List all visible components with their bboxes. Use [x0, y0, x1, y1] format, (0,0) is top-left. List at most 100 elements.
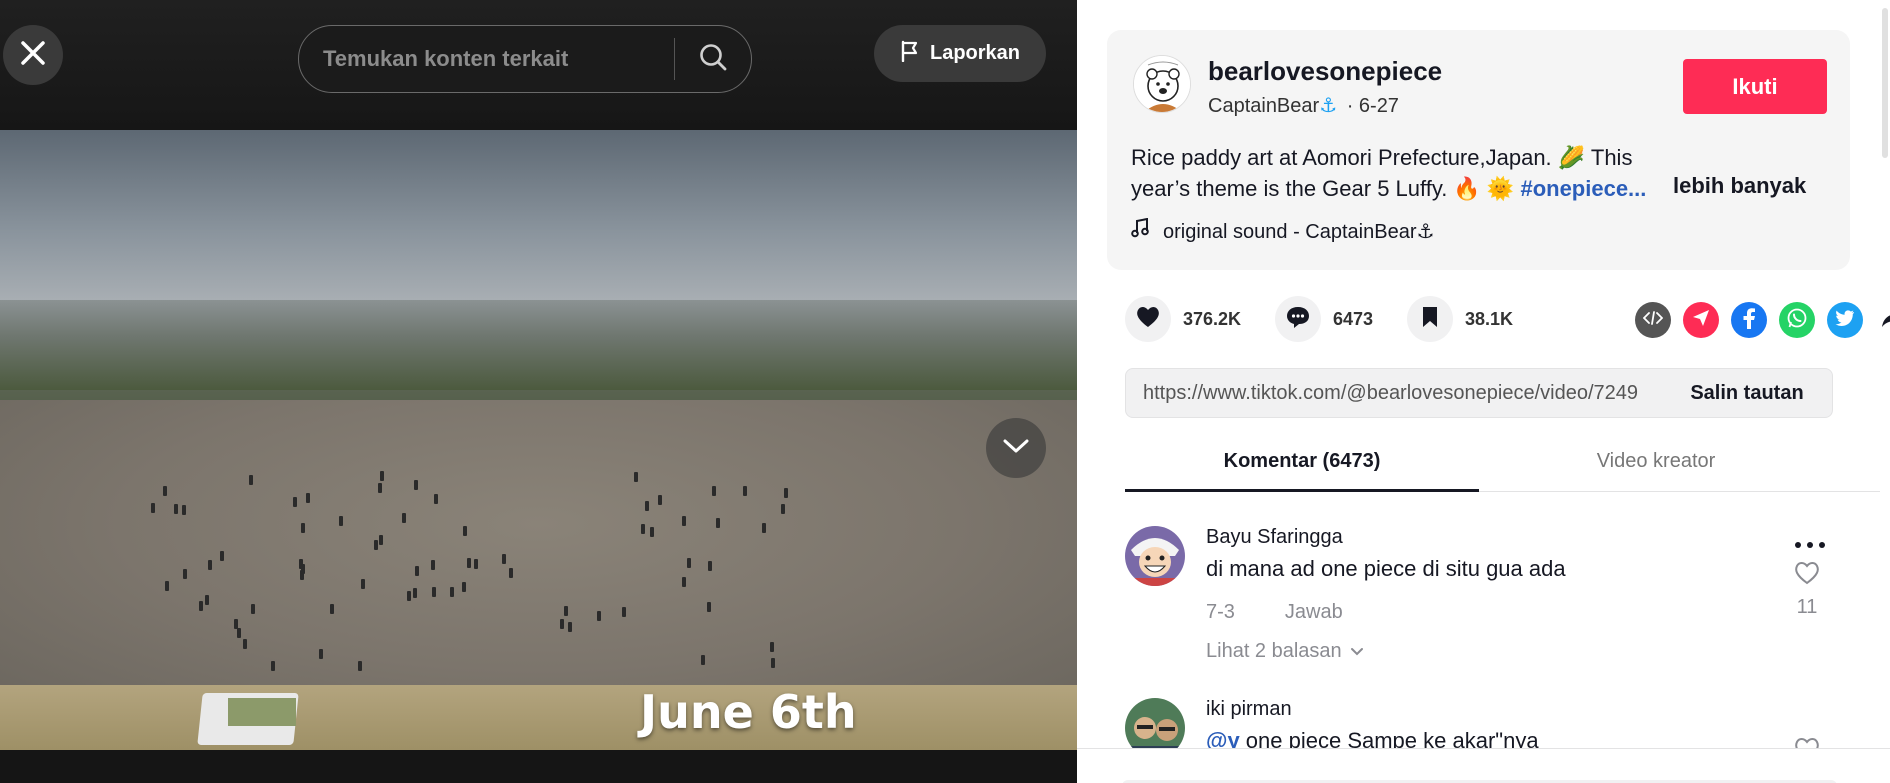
video-person-figure — [207, 560, 212, 571]
scrollbar-thumb[interactable] — [1882, 8, 1888, 158]
hashtag-link[interactable]: #onepiece... — [1520, 176, 1646, 201]
more-share-button[interactable] — [1875, 302, 1890, 338]
comment-input-area — [1077, 748, 1890, 783]
action-bar: 376.2K 6473 38.1K — [1125, 296, 1890, 342]
video-person-figure — [413, 479, 418, 490]
video-town — [0, 300, 1077, 390]
video-person-figure — [248, 474, 253, 485]
video-person-figure — [301, 564, 306, 575]
twitter-icon — [1835, 309, 1855, 332]
scrollbar[interactable] — [1880, 0, 1890, 783]
video-person-figure — [644, 500, 649, 511]
commenter-name[interactable]: iki pirman — [1206, 698, 1292, 721]
video-person-figure — [357, 661, 362, 672]
commenter-name[interactable]: Bayu Sfaringga — [1206, 526, 1343, 549]
search-button[interactable] — [675, 25, 751, 93]
video-person-figure — [640, 524, 645, 535]
reply-button[interactable]: Jawab — [1285, 601, 1343, 624]
whatsapp-share-button[interactable] — [1779, 302, 1815, 338]
video-person-figure — [657, 495, 662, 506]
video-bottombar — [0, 750, 1077, 783]
video-person-figure — [780, 504, 785, 515]
video-person-figure — [431, 560, 436, 571]
facebook-share-button[interactable] — [1731, 302, 1767, 338]
flag-icon — [900, 40, 920, 68]
see-more-link[interactable]: lebih banyak — [1673, 173, 1806, 199]
video-person-figure — [502, 553, 507, 564]
comment-icon — [1285, 305, 1311, 334]
video-person-figure — [461, 582, 466, 593]
video-person-figure — [686, 557, 691, 568]
like-action[interactable]: 376.2K — [1125, 296, 1241, 342]
video-person-figure — [650, 526, 654, 537]
comment-date: 7-3 — [1206, 601, 1235, 623]
follow-button[interactable]: Ikuti — [1683, 59, 1827, 114]
video-person-figure — [567, 621, 572, 632]
comment-like-button[interactable] — [1790, 560, 1824, 591]
video-person-figure — [769, 641, 774, 652]
video-person-figure — [407, 590, 412, 601]
video-person-figure — [462, 525, 467, 536]
video-person-figure — [783, 487, 788, 498]
video-person-figure — [715, 517, 720, 528]
comment-more-button[interactable] — [1793, 530, 1827, 556]
video-person-figure — [432, 587, 437, 598]
search-icon — [698, 42, 728, 77]
video-person-figure — [378, 534, 383, 545]
video-person-figure — [237, 628, 242, 639]
video-person-figure — [374, 540, 379, 551]
share-arrow-icon — [1881, 308, 1890, 333]
author-username[interactable]: bearlovesonepiece — [1208, 56, 1442, 87]
like-button[interactable] — [1125, 296, 1171, 342]
video-person-figure — [380, 471, 385, 482]
video-player[interactable]: June 6th — [0, 130, 1077, 750]
twitter-share-button[interactable] — [1827, 302, 1863, 338]
video-person-figure — [700, 655, 705, 666]
video-person-figure — [712, 485, 717, 496]
music-link[interactable]: original sound - CaptainBear⚓ — [1131, 217, 1434, 244]
video-person-figure — [634, 471, 639, 482]
comment-action[interactable]: 6473 — [1275, 296, 1373, 342]
video-person-figure — [219, 550, 224, 561]
heart-icon — [1135, 305, 1161, 334]
search-input[interactable]: Temukan konten terkait — [299, 46, 674, 72]
view-replies-button[interactable]: Lihat 2 balasan — [1206, 640, 1364, 663]
video-person-figure — [306, 493, 311, 504]
tab-active-indicator — [1125, 489, 1479, 492]
music-note-icon — [1131, 217, 1149, 244]
report-button[interactable]: Laporkan — [874, 25, 1046, 82]
next-video-button[interactable] — [986, 418, 1046, 478]
embed-button[interactable] — [1635, 302, 1671, 338]
anchor-emoji: ⚓ — [1319, 95, 1338, 117]
video-person-figure — [234, 618, 239, 629]
save-button[interactable] — [1407, 296, 1453, 342]
search-bar[interactable]: Temukan konten terkait — [298, 25, 752, 93]
video-person-figure — [770, 657, 775, 668]
video-pane: Temukan konten terkait Laporkan June 6th — [0, 0, 1077, 783]
comment-item: Bayu Sfaringga di mana ad one piece di s… — [1125, 526, 1835, 676]
tab-comments[interactable]: Komentar (6473) — [1125, 450, 1479, 473]
comment-button[interactable] — [1275, 296, 1321, 342]
close-button[interactable] — [3, 25, 63, 85]
copy-link-button[interactable]: Salin tautan — [1662, 382, 1832, 405]
video-caption: June 6th — [640, 685, 857, 739]
like-count: 376.2K — [1183, 308, 1242, 329]
video-person-figure — [434, 494, 439, 505]
save-action[interactable]: 38.1K — [1407, 296, 1513, 342]
share-link-url[interactable]: https://www.tiktok.com/@bearlovesonepiec… — [1126, 382, 1662, 405]
bookmark-icon — [1420, 305, 1440, 334]
author-avatar[interactable] — [1133, 55, 1191, 113]
commenter-avatar[interactable] — [1125, 526, 1185, 586]
video-person-figure — [205, 594, 210, 605]
video-person-figure — [559, 619, 564, 630]
send-button[interactable] — [1683, 302, 1719, 338]
chevron-down-icon — [1002, 437, 1030, 460]
author-nickname-row: CaptainBear⚓ · 6-27 — [1208, 93, 1399, 118]
tab-creator-videos[interactable]: Video kreator — [1479, 450, 1833, 473]
post-date: · 6-27 — [1346, 95, 1399, 117]
comment-like-count: 11 — [1796, 596, 1818, 618]
video-person-figure — [150, 502, 155, 513]
video-person-figure — [621, 607, 626, 618]
video-sky — [0, 130, 1077, 300]
video-truck-bed — [228, 698, 296, 726]
